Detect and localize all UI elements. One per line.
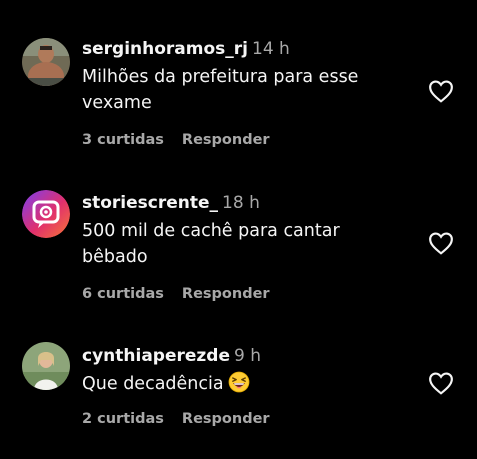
comment-item: serginhoramos_rj 14 h Milhões da prefeitu… bbox=[0, 38, 477, 158]
username-link[interactable]: serginhoramos_rj bbox=[82, 39, 248, 59]
reply-button[interactable]: Responder bbox=[182, 411, 270, 427]
timestamp: 9 h bbox=[234, 346, 261, 366]
comment-text-content: Que decadência bbox=[82, 374, 224, 394]
comment-text: Milhões da prefeitura para esse vexame bbox=[82, 67, 359, 113]
avatar[interactable] bbox=[22, 342, 70, 390]
likes-count[interactable]: 3 curtidas bbox=[82, 132, 164, 148]
comment-actions: 3 curtidas Responder bbox=[82, 132, 270, 148]
like-heart-icon[interactable] bbox=[428, 231, 454, 255]
username-link[interactable]: cynthiaperezde bbox=[82, 346, 230, 366]
grinning-squinting-face-emoji-icon bbox=[228, 371, 250, 401]
comment-item: cynthiaperezde 9 h Que decadência 2 curti… bbox=[0, 342, 477, 445]
comment-header: cynthiaperezde 9 h bbox=[82, 345, 261, 367]
comment-header: serginhoramos_rj 14 h bbox=[82, 38, 290, 60]
reply-button[interactable]: Responder bbox=[182, 132, 270, 148]
like-heart-icon[interactable] bbox=[428, 371, 454, 395]
comment-header: storiescrente_ 18 h bbox=[82, 192, 260, 214]
profile-photo-icon bbox=[22, 38, 70, 86]
likes-count[interactable]: 2 curtidas bbox=[82, 411, 164, 427]
comment-actions: 6 curtidas Responder bbox=[82, 286, 270, 302]
stories-logo-icon bbox=[22, 190, 70, 238]
avatar[interactable] bbox=[22, 38, 70, 86]
timestamp: 18 h bbox=[222, 193, 260, 213]
timestamp: 14 h bbox=[252, 39, 290, 59]
username-link[interactable]: storiescrente_ bbox=[82, 193, 218, 213]
comment-text: 500 mil de cachê para cantar bêbado bbox=[82, 221, 340, 267]
comment-actions: 2 curtidas Responder bbox=[82, 411, 270, 427]
profile-photo-icon bbox=[22, 342, 70, 390]
likes-count[interactable]: 6 curtidas bbox=[82, 286, 164, 302]
comment-text: Que decadência bbox=[82, 371, 402, 401]
like-heart-icon[interactable] bbox=[428, 79, 454, 103]
comment-item: storiescrente_ 18 h 500 mil de cachê para… bbox=[0, 190, 477, 312]
reply-button[interactable]: Responder bbox=[182, 286, 270, 302]
avatar[interactable] bbox=[22, 190, 70, 238]
